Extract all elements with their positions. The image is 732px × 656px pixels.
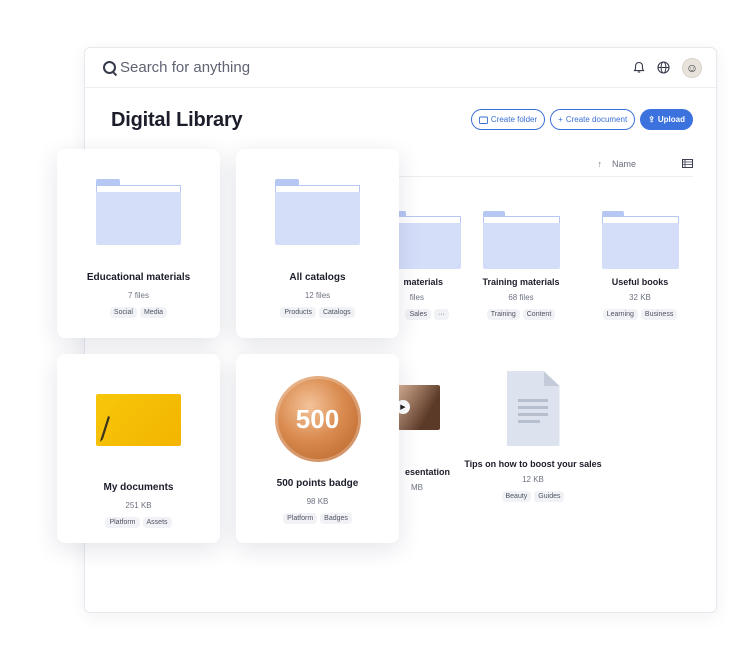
- tag-list: Training Content: [466, 309, 576, 320]
- file-card[interactable]: Training materials 68 files Training Con…: [466, 211, 576, 320]
- file-meta: 32 KB: [629, 293, 651, 302]
- file-card[interactable]: Useful books 32 KB Learning Business: [585, 211, 695, 320]
- action-buttons: Create folder + Create document ⇪ Upload: [470, 109, 693, 130]
- search-bar[interactable]: Search for anything: [103, 59, 633, 76]
- tag: Products: [280, 307, 316, 318]
- top-icons: ☺: [633, 57, 702, 78]
- tag-list: Learning Business: [585, 309, 695, 320]
- tag: Social: [109, 307, 137, 318]
- tag: Beauty: [501, 491, 532, 502]
- sort-label[interactable]: Name: [612, 159, 636, 169]
- badge-image: 500: [274, 376, 361, 462]
- bell-icon[interactable]: [633, 61, 645, 74]
- file-name: esentation: [404, 467, 450, 477]
- file-meta: 251 KB: [125, 501, 152, 510]
- sort-bar: ↑ Name: [395, 151, 693, 177]
- file-meta: 68 files: [508, 293, 534, 302]
- more-tags-icon[interactable]: ···: [434, 309, 449, 320]
- file-meta: 7 files: [128, 291, 149, 300]
- file-meta: 12 files: [304, 291, 331, 300]
- tag-list: Platform Assets: [57, 517, 220, 528]
- upload-icon: ⇪: [648, 115, 655, 124]
- file-meta: 98 KB: [306, 497, 329, 506]
- file-name: All catalogs: [289, 272, 346, 283]
- file-meta: MB: [411, 483, 423, 492]
- file-name: Tips on how to boost your sales: [464, 459, 602, 469]
- avatar[interactable]: ☺: [682, 57, 702, 78]
- file-name: My documents: [103, 482, 174, 493]
- search-icon: [103, 61, 116, 74]
- tag: Business: [640, 309, 678, 320]
- pen-icon: [100, 416, 110, 442]
- folder-icon: [601, 211, 679, 269]
- list-view-icon[interactable]: [682, 159, 693, 168]
- file-card-educational-materials[interactable]: Educational materials 7 files Social Med…: [57, 149, 220, 338]
- file-card-500-points-badge[interactable]: 500 500 points badge 98 KB Platform Badg…: [236, 354, 399, 543]
- folder-icon: [96, 179, 181, 245]
- tag: Content: [522, 309, 556, 320]
- tag: Catalogs: [318, 307, 355, 318]
- tag-list: Platform Badges: [236, 513, 399, 524]
- tag: Platform: [105, 517, 140, 528]
- create-folder-button[interactable]: Create folder: [470, 109, 546, 130]
- folder-plus-icon: [478, 116, 488, 124]
- tag: Platform: [283, 513, 318, 524]
- sort-arrow-icon[interactable]: ↑: [597, 159, 602, 169]
- tag: Badges: [320, 513, 352, 524]
- document-icon: [506, 371, 560, 446]
- file-card-my-documents[interactable]: My documents 251 KB Platform Assets: [57, 354, 220, 543]
- folder-icon: [482, 211, 560, 269]
- search-input[interactable]: Search for anything: [120, 59, 250, 76]
- tag: Guides: [534, 491, 565, 502]
- tag: Training: [486, 309, 520, 320]
- tag: Assets: [142, 517, 172, 528]
- file-meta: 12 KB: [522, 475, 544, 484]
- file-name: Useful books: [611, 277, 669, 287]
- tag-list: Beauty Guides: [463, 491, 603, 502]
- tag-list: Social Media: [57, 307, 220, 318]
- upload-label: Upload: [657, 115, 685, 124]
- page-title: Digital Library: [111, 109, 243, 131]
- tag: Learning: [602, 309, 638, 320]
- create-folder-label: Create folder: [490, 115, 538, 124]
- file-name: Educational materials: [86, 272, 191, 283]
- file-card[interactable]: Tips on how to boost your sales 12 KB Be…: [463, 371, 603, 502]
- file-card[interactable]: esentation MB: [390, 459, 450, 492]
- tag: Media: [140, 307, 168, 318]
- file-card-all-catalogs[interactable]: All catalogs 12 files Products Catalogs: [236, 149, 399, 338]
- file-name: 500 points badge: [276, 478, 359, 489]
- upload-button[interactable]: ⇪ Upload: [640, 109, 693, 130]
- plus-icon: +: [558, 115, 563, 124]
- tag: Sales: [405, 309, 431, 320]
- globe-icon[interactable]: [657, 61, 670, 74]
- top-bar: Search for anything ☺: [85, 48, 716, 88]
- create-document-button[interactable]: + Create document: [550, 109, 636, 130]
- folder-icon: [275, 179, 360, 245]
- file-name: Training materials: [482, 277, 560, 287]
- document-thumbnail: [96, 394, 181, 446]
- tag-list: Products Catalogs: [236, 307, 399, 318]
- create-document-label: Create document: [565, 115, 628, 124]
